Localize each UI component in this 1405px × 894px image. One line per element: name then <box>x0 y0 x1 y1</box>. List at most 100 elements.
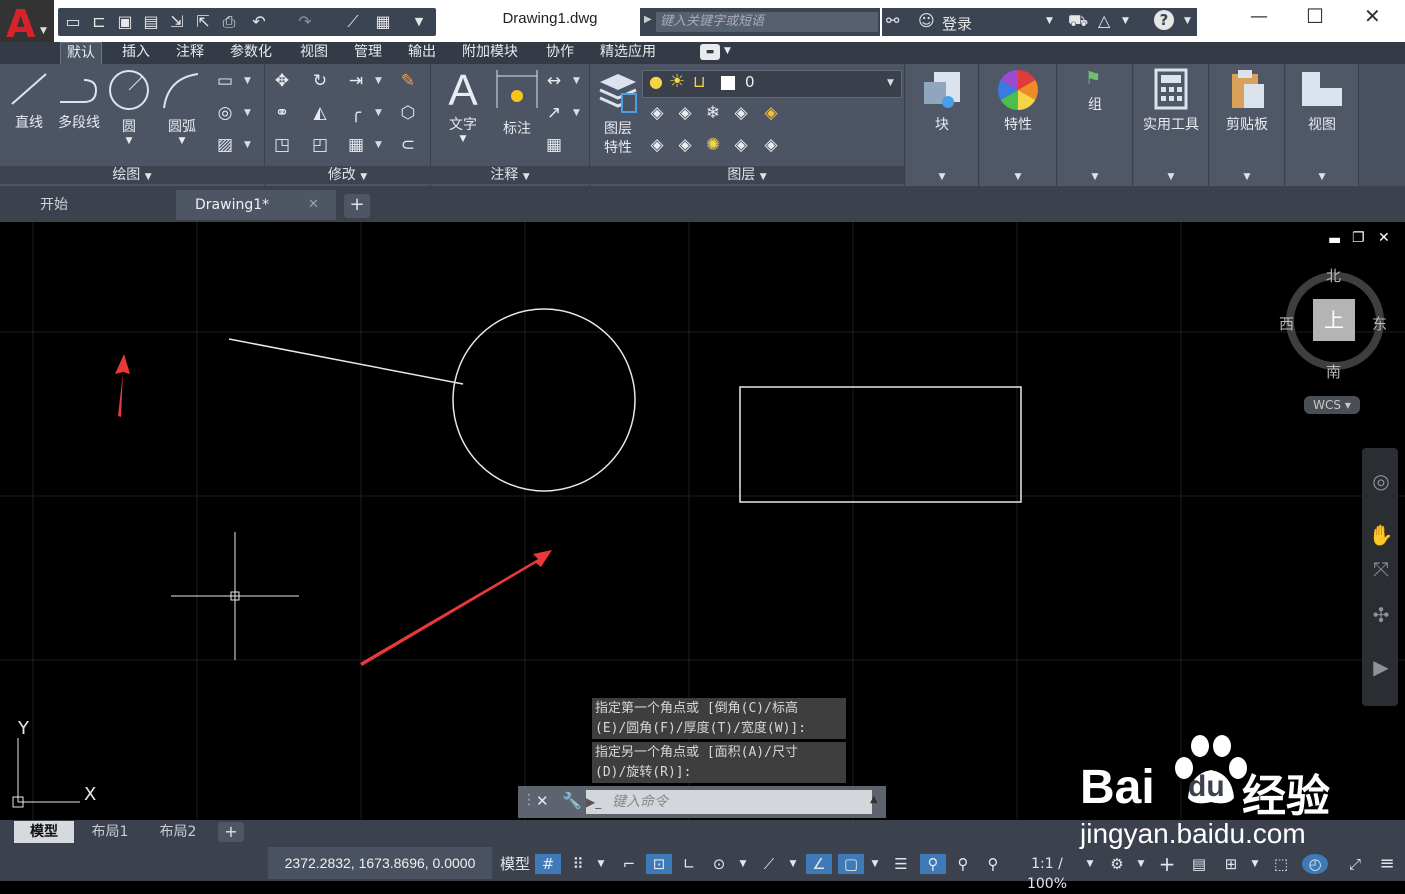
dimension-tool[interactable]: 标注 <box>493 68 541 138</box>
rectangle-dropdown-icon[interactable]: ▼ <box>244 76 251 86</box>
scale-icon[interactable]: ◰ <box>309 134 331 156</box>
explode-icon[interactable]: ⬡ <box>397 102 419 124</box>
pan-hand-icon[interactable]: ✋ <box>1368 522 1394 548</box>
object-snap-icon[interactable]: ▢ <box>838 854 864 874</box>
save-icon[interactable]: ▣ <box>114 11 136 33</box>
leader-dropdown-icon[interactable]: ▼ <box>573 108 580 118</box>
customize-wrench-icon[interactable]: 🔧 <box>562 791 582 810</box>
autodesk-app-icon[interactable]: △ <box>1098 11 1110 30</box>
rectangle-icon[interactable]: ▭ <box>214 70 236 92</box>
text-dropdown-icon[interactable]: ▼ <box>439 134 487 144</box>
gradient-dropdown-icon[interactable]: ▼ <box>244 140 251 150</box>
arc-dropdown-icon[interactable]: ▼ <box>158 136 206 146</box>
import-icon[interactable]: ⇲ <box>166 11 188 33</box>
viewport-restore-icon[interactable]: ❐ <box>1352 230 1365 246</box>
text-tool[interactable]: A 文字 ▼ <box>439 68 487 145</box>
match-properties-icon[interactable]: ▦ <box>372 11 394 33</box>
close-command-icon[interactable]: ✕ <box>536 792 549 810</box>
grip-handle-icon[interactable]: ⋮ <box>522 792 536 808</box>
binoculars-icon[interactable]: ⚯ <box>886 11 899 30</box>
viewcube-north[interactable]: 北 <box>1326 265 1341 286</box>
expand-icon[interactable]: ▶ <box>644 14 652 25</box>
clean-screen-icon[interactable]: ⤢ <box>1342 854 1368 874</box>
layout-tab-layout2[interactable]: 布局2 <box>148 821 208 843</box>
properties-panel[interactable]: 特性 ▼ <box>980 64 1057 186</box>
rotate-icon[interactable]: ↻ <box>309 70 331 92</box>
file-tab-drawing1[interactable]: Drawing1* ✕ <box>176 190 336 220</box>
tab-manage[interactable]: 管理 <box>348 42 388 64</box>
tab-insert[interactable]: 插入 <box>116 42 156 64</box>
tab-parametric[interactable]: 参数化 <box>224 42 278 64</box>
undo-icon[interactable]: ↶ <box>248 11 270 33</box>
command-history-toggle-icon[interactable]: ▲ <box>870 794 878 805</box>
annotation-scale-value[interactable]: 1:1 / 100% <box>1010 854 1084 892</box>
polar-dropdown-icon[interactable]: ▼ <box>736 854 750 874</box>
viewcube-south[interactable]: 南 <box>1326 361 1341 382</box>
tab-collaborate[interactable]: 协作 <box>540 42 580 64</box>
layer-thaw-icon[interactable]: ✺ <box>702 134 724 156</box>
lineweight-icon[interactable]: ☰ <box>888 854 914 874</box>
clipboard-panel[interactable]: 剪贴板 ▼ <box>1210 64 1285 186</box>
layer-properties-tool[interactable]: 图层 特性 <box>594 68 642 158</box>
ribbon-minimize-icon[interactable]: ▬ <box>700 44 720 60</box>
layout-tab-model[interactable]: 模型 <box>14 821 74 843</box>
file-tab-start[interactable]: 开始 <box>22 190 172 220</box>
layer-unlock-icon[interactable]: ◈ <box>730 134 752 156</box>
annotation-panel-title[interactable]: 注释 ▼ <box>431 166 589 184</box>
leader-icon[interactable]: ↗ <box>543 102 565 124</box>
viewport-minimize-icon[interactable]: ▬ <box>1328 232 1341 248</box>
drawn-rectangle[interactable] <box>739 386 1022 503</box>
close-tab-icon[interactable]: ✕ <box>308 190 319 220</box>
circle-tool[interactable]: 圆 ▼ <box>106 68 152 146</box>
help-icon[interactable]: ? <box>1154 10 1174 30</box>
layer-isolate-icon[interactable]: ◈ <box>674 102 696 124</box>
utilities-panel[interactable]: 实用工具 ▼ <box>1134 64 1209 186</box>
view-dropdown-icon[interactable]: ▼ <box>1286 172 1358 182</box>
customization-menu-icon[interactable]: ≡ <box>1374 854 1400 874</box>
erase-icon[interactable]: ✎ <box>397 70 419 92</box>
orbit-icon[interactable]: ✣ <box>1368 602 1394 628</box>
zoom-extents-icon[interactable]: ⤧ <box>1368 556 1394 582</box>
groups-dropdown-icon[interactable]: ▼ <box>1058 172 1132 182</box>
layers-panel-title[interactable]: 图层 ▼ <box>590 166 904 184</box>
minimize-icon[interactable]: — <box>1250 6 1268 27</box>
layer-freeze-icon[interactable]: ❄ <box>702 102 724 124</box>
print-icon[interactable]: ⎙ <box>218 11 240 33</box>
login-dropdown-icon[interactable]: ▼ <box>1046 16 1053 26</box>
drawn-circle[interactable] <box>452 308 636 492</box>
copy-icon[interactable]: ⚭ <box>271 102 293 124</box>
tab-annotate[interactable]: 注释 <box>170 42 210 64</box>
table-icon[interactable]: ▦ <box>543 134 565 156</box>
steering-wheel-icon[interactable]: ◎ <box>1368 468 1394 494</box>
mirror-icon[interactable]: ◭ <box>309 102 331 124</box>
viewcube-top-face[interactable]: 上 <box>1313 299 1355 341</box>
workspace-icon[interactable]: ⟋ <box>342 11 364 33</box>
layout-tab-layout1[interactable]: 布局1 <box>80 821 140 843</box>
viewcube-west[interactable]: 西 <box>1279 313 1294 334</box>
isodraft-icon[interactable]: ⟋ <box>756 854 782 874</box>
groups-panel[interactable]: ⚑ 组 ▼ <box>1058 64 1133 186</box>
trim-dropdown-icon[interactable]: ▼ <box>375 76 382 86</box>
cart-icon[interactable]: ⛟ <box>1068 11 1088 32</box>
trim-icon[interactable]: ⇥ <box>345 70 367 92</box>
close-icon[interactable]: ✕ <box>1364 4 1381 28</box>
linear-dim-dropdown-icon[interactable]: ▼ <box>573 76 580 86</box>
drawn-line[interactable] <box>228 338 464 385</box>
block-dropdown-icon[interactable]: ▼ <box>906 172 978 182</box>
stretch-icon[interactable]: ◳ <box>271 134 293 156</box>
dynamic-input-icon[interactable]: ⊡ <box>646 854 672 874</box>
layer-unisolate-icon[interactable]: ◈ <box>674 134 696 156</box>
snap-icon[interactable]: ⠿ <box>565 854 591 874</box>
new-file-icon[interactable]: ▭ <box>62 11 84 33</box>
search-input[interactable]: 键入关键字或短语 <box>656 12 878 32</box>
hatch-dropdown-icon[interactable]: ▼ <box>244 108 251 118</box>
login-button[interactable]: 登录 <box>942 13 972 34</box>
qat-dropdown-icon[interactable]: ▼ <box>408 11 430 33</box>
modify-panel-title[interactable]: 修改 ▼ <box>265 166 430 184</box>
tab-output[interactable]: 输出 <box>402 42 442 64</box>
new-tab-button[interactable]: + <box>344 194 370 218</box>
export-icon[interactable]: ⇱ <box>192 11 214 33</box>
coordinates-display[interactable]: 2372.2832, 1673.8696, 0.0000 <box>268 847 492 879</box>
clipboard-dropdown-icon[interactable]: ▼ <box>1210 172 1284 182</box>
snap-dropdown-icon[interactable]: ▼ <box>594 854 608 874</box>
